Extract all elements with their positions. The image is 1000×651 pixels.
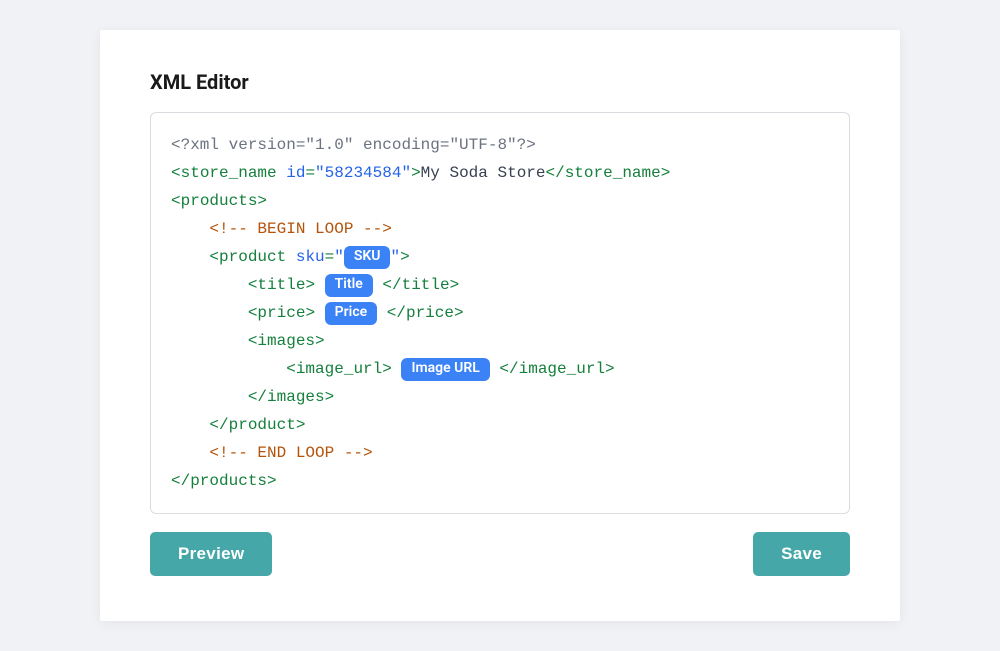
save-button[interactable]: Save [753, 532, 850, 576]
product-attr-sku: sku [286, 248, 324, 266]
products-open-name: products [181, 192, 258, 210]
title-open-gt: > [305, 276, 315, 294]
xml-decl-body: xml version="1.0" encoding="UTF-8" [190, 136, 516, 154]
comment-begin-loop: <!-- BEGIN LOOP --> [209, 220, 391, 238]
product-close-name: product [229, 416, 296, 434]
price-open-lt: < [248, 304, 258, 322]
price-close-lt: </ [387, 304, 406, 322]
store-open-lt: < [171, 164, 181, 182]
product-close-lt: </ [209, 416, 228, 434]
space [392, 360, 402, 378]
product-close-gt: > [296, 416, 306, 434]
pill-image-url[interactable]: Image URL [401, 358, 489, 381]
images-open-name: images [257, 332, 315, 350]
panel-title: XML Editor [150, 70, 850, 94]
space [315, 304, 325, 322]
store-open-name: store_name [181, 164, 277, 182]
image-url-open-name: image_url [296, 360, 382, 378]
image-url-open-lt: < [286, 360, 296, 378]
price-open-name: price [257, 304, 305, 322]
pill-price[interactable]: Price [325, 302, 378, 325]
image-url-close-name: image_url [519, 360, 605, 378]
price-open-gt: > [305, 304, 315, 322]
store-attr-eq: = [305, 164, 315, 182]
products-open-lt: < [171, 192, 181, 210]
xml-decl-open: <? [171, 136, 190, 154]
pill-title[interactable]: Title [325, 274, 373, 297]
pill-sku[interactable]: SKU [344, 246, 391, 269]
product-open-gt: > [400, 248, 410, 266]
store-close-name: store_name [565, 164, 661, 182]
store-attr-val: "58234584" [315, 164, 411, 182]
title-close-name: title [402, 276, 450, 294]
title-open-name: title [257, 276, 305, 294]
store-close-lt: </ [546, 164, 565, 182]
product-attr-quote-open: " [334, 248, 344, 266]
image-url-open-gt: > [382, 360, 392, 378]
preview-button[interactable]: Preview [150, 532, 272, 576]
price-close-gt: > [454, 304, 464, 322]
price-close-name: price [406, 304, 454, 322]
images-open-gt: > [315, 332, 325, 350]
store-close-gt: > [661, 164, 671, 182]
store-open-gt: > [411, 164, 421, 182]
xml-editor-panel: XML Editor <?xml version="1.0" encoding=… [100, 30, 900, 621]
image-url-close-lt: </ [499, 360, 518, 378]
product-open-name: product [219, 248, 286, 266]
images-close-name: images [267, 388, 325, 406]
product-open-lt: < [209, 248, 219, 266]
xml-decl-close: ?> [517, 136, 536, 154]
images-open-lt: < [248, 332, 258, 350]
products-close-name: products [190, 472, 267, 490]
comment-end-loop: <!-- END LOOP --> [209, 444, 372, 462]
space [315, 276, 325, 294]
store-attr-id: id [277, 164, 306, 182]
products-close-lt: </ [171, 472, 190, 490]
image-url-close-gt: > [605, 360, 615, 378]
product-attr-eq: = [325, 248, 335, 266]
images-close-gt: > [325, 388, 335, 406]
store-text: My Soda Store [421, 164, 546, 182]
products-close-gt: > [267, 472, 277, 490]
space [373, 276, 383, 294]
product-attr-quote-close: " [390, 248, 400, 266]
title-close-gt: > [450, 276, 460, 294]
space [377, 304, 387, 322]
space [490, 360, 500, 378]
title-open-lt: < [248, 276, 258, 294]
button-row: Preview Save [150, 532, 850, 576]
images-close-lt: </ [248, 388, 267, 406]
code-editor[interactable]: <?xml version="1.0" encoding="UTF-8"?> <… [150, 112, 850, 514]
title-close-lt: </ [382, 276, 401, 294]
products-open-gt: > [257, 192, 267, 210]
